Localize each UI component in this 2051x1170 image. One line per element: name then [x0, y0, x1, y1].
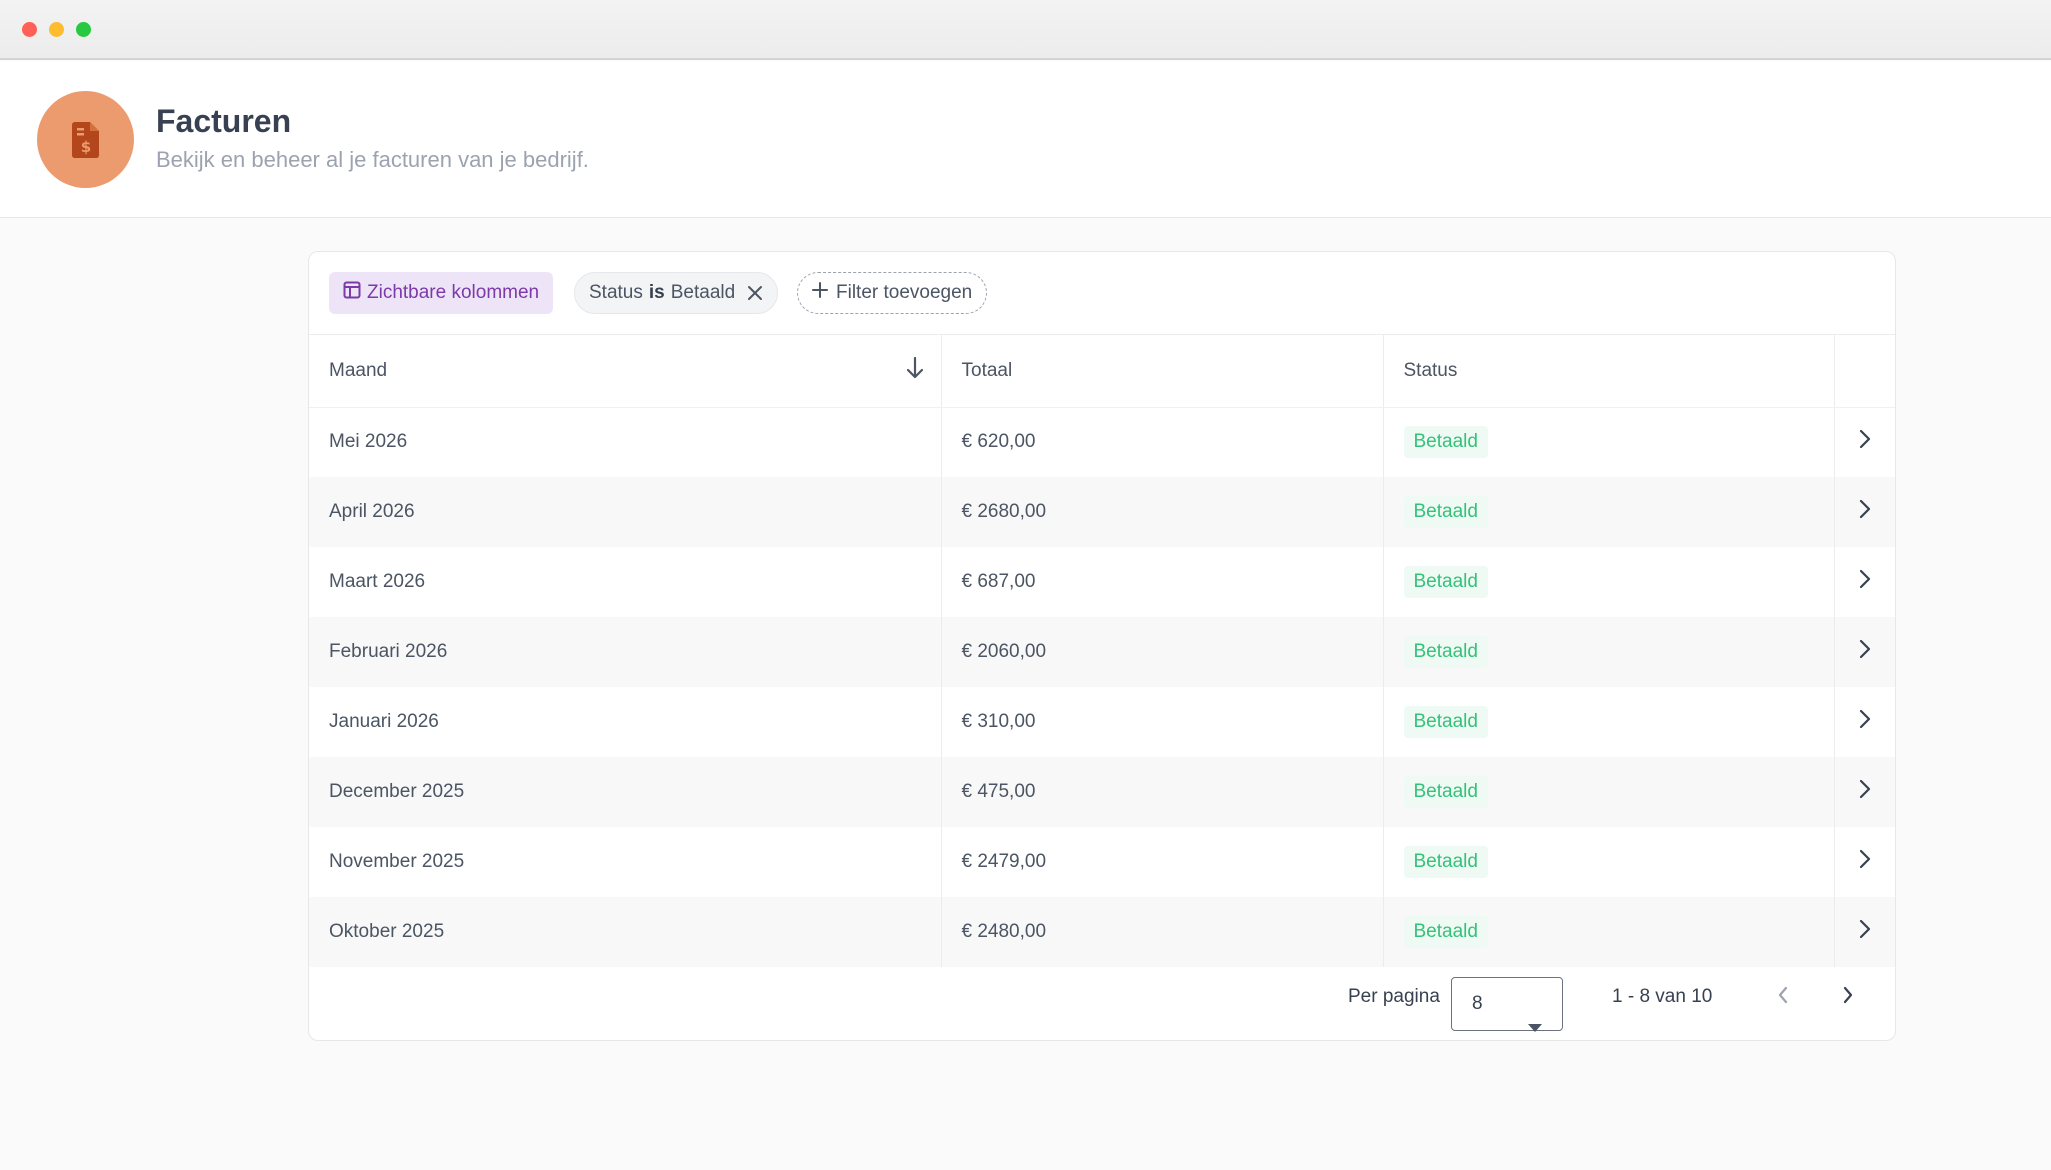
page-title: Facturen — [156, 103, 292, 139]
total-cell: € 2680,00 — [941, 477, 1384, 547]
chevron-right-icon — [1859, 639, 1871, 659]
page-header: $ Facturen Bekijk en beheer al je factur… — [0, 61, 2051, 218]
maximize-window-button[interactable] — [76, 22, 91, 37]
row-open-button[interactable] — [1834, 757, 1895, 827]
status-badge: Betaald — [1403, 566, 1488, 598]
filter-operator: is — [648, 282, 665, 303]
table-row[interactable]: December 2025 € 475,00 Betaald — [309, 757, 1895, 827]
total-cell: € 687,00 — [941, 547, 1384, 617]
status-badge: Betaald — [1403, 846, 1488, 878]
column-header-month[interactable]: Maand — [309, 335, 942, 408]
month-cell: November 2025 — [309, 827, 942, 897]
remove-filter-icon[interactable] — [747, 285, 763, 301]
sort-descending-icon[interactable] — [905, 356, 925, 386]
month-cell: Mei 2026 — [309, 407, 942, 477]
status-filter-chip[interactable]: Status is Betaald — [574, 272, 779, 314]
chevron-right-icon — [1859, 499, 1871, 519]
pagination-bar: Per pagina 8 1 - 8 van 10 — [309, 956, 1895, 1040]
visible-columns-label: Zichtbare kolommen — [367, 282, 540, 303]
per-page-value: 8 — [1472, 993, 1483, 1014]
minimize-window-button[interactable] — [49, 22, 64, 37]
filter-field: Status — [589, 282, 643, 303]
chevron-right-icon — [1859, 709, 1871, 729]
row-open-button[interactable] — [1834, 617, 1895, 687]
table-row[interactable]: Februari 2026 € 2060,00 Betaald — [309, 617, 1895, 687]
filter-value: Betaald — [670, 282, 736, 303]
per-page-label: Per pagina — [1348, 986, 1440, 1007]
column-header-status[interactable]: Status — [1383, 335, 1835, 408]
plus-icon — [812, 282, 828, 304]
row-open-button[interactable] — [1834, 407, 1895, 477]
status-cell: Betaald — [1383, 617, 1835, 687]
column-header-total[interactable]: Totaal — [941, 335, 1384, 408]
table-toolbar: Zichtbare kolommen Status is Betaald Fil… — [309, 252, 1895, 335]
total-cell: € 310,00 — [941, 687, 1384, 757]
status-badge: Betaald — [1403, 636, 1488, 668]
month-cell: Februari 2026 — [309, 617, 942, 687]
status-cell: Betaald — [1383, 407, 1835, 477]
chevron-right-icon — [1859, 849, 1871, 869]
status-badge: Betaald — [1403, 916, 1488, 948]
previous-page-button[interactable] — [1776, 984, 1790, 1011]
table-row[interactable]: Januari 2026 € 310,00 Betaald — [309, 687, 1895, 757]
month-cell: December 2025 — [309, 757, 942, 827]
status-cell: Betaald — [1383, 757, 1835, 827]
close-window-button[interactable] — [22, 22, 37, 37]
row-open-button[interactable] — [1834, 547, 1895, 617]
pagination-range: 1 - 8 van 10 — [1612, 986, 1713, 1007]
columns-icon — [343, 281, 361, 305]
window-titlebar — [0, 0, 2051, 60]
page-subtitle: Bekijk en beheer al je facturen van je b… — [156, 147, 589, 172]
table-row[interactable]: April 2026 € 2680,00 Betaald — [309, 477, 1895, 547]
add-filter-label: Filter toevoegen — [836, 282, 973, 303]
status-badge: Betaald — [1403, 706, 1488, 738]
status-badge: Betaald — [1403, 496, 1488, 528]
chevron-right-icon — [1859, 919, 1871, 939]
table-row[interactable]: November 2025 € 2479,00 Betaald — [309, 827, 1895, 897]
status-cell: Betaald — [1383, 687, 1835, 757]
table-row[interactable]: Maart 2026 € 687,00 Betaald — [309, 547, 1895, 617]
app-window: $ Facturen Bekijk en beheer al je factur… — [0, 0, 2051, 1170]
next-page-button[interactable] — [1841, 984, 1855, 1011]
chevron-right-icon — [1859, 569, 1871, 589]
total-cell: € 2060,00 — [941, 617, 1384, 687]
total-cell: € 2479,00 — [941, 827, 1384, 897]
month-cell: Januari 2026 — [309, 687, 942, 757]
status-cell: Betaald — [1383, 827, 1835, 897]
chevron-right-icon — [1859, 779, 1871, 799]
status-badge: Betaald — [1403, 776, 1488, 808]
status-badge: Betaald — [1403, 426, 1488, 459]
month-cell: Maart 2026 — [309, 547, 942, 617]
add-filter-button[interactable]: Filter toevoegen — [797, 272, 988, 314]
status-cell: Betaald — [1383, 477, 1835, 547]
invoices-card: Zichtbare kolommen Status is Betaald Fil… — [308, 251, 1896, 1041]
invoices-table: Maand Totaal Status Mei 2026 € 620,00 Be… — [309, 335, 1895, 967]
invoice-icon: $ — [37, 91, 134, 188]
total-cell: € 475,00 — [941, 757, 1384, 827]
visible-columns-button[interactable]: Zichtbare kolommen — [329, 272, 554, 314]
svg-text:$: $ — [80, 138, 90, 156]
table-header-row: Maand Totaal Status — [309, 335, 1895, 408]
per-page-select[interactable]: 8 — [1451, 977, 1563, 1032]
total-cell: € 620,00 — [941, 407, 1384, 477]
month-cell: April 2026 — [309, 477, 942, 547]
table-row[interactable]: Mei 2026 € 620,00 Betaald — [309, 407, 1895, 477]
row-open-button[interactable] — [1834, 827, 1895, 897]
column-header-actions — [1834, 335, 1895, 408]
status-cell: Betaald — [1383, 547, 1835, 617]
chevron-right-icon — [1859, 429, 1871, 449]
row-open-button[interactable] — [1834, 477, 1895, 547]
row-open-button[interactable] — [1834, 687, 1895, 757]
column-header-label: Maand — [329, 359, 388, 381]
caret-down-icon — [1528, 1001, 1542, 1040]
